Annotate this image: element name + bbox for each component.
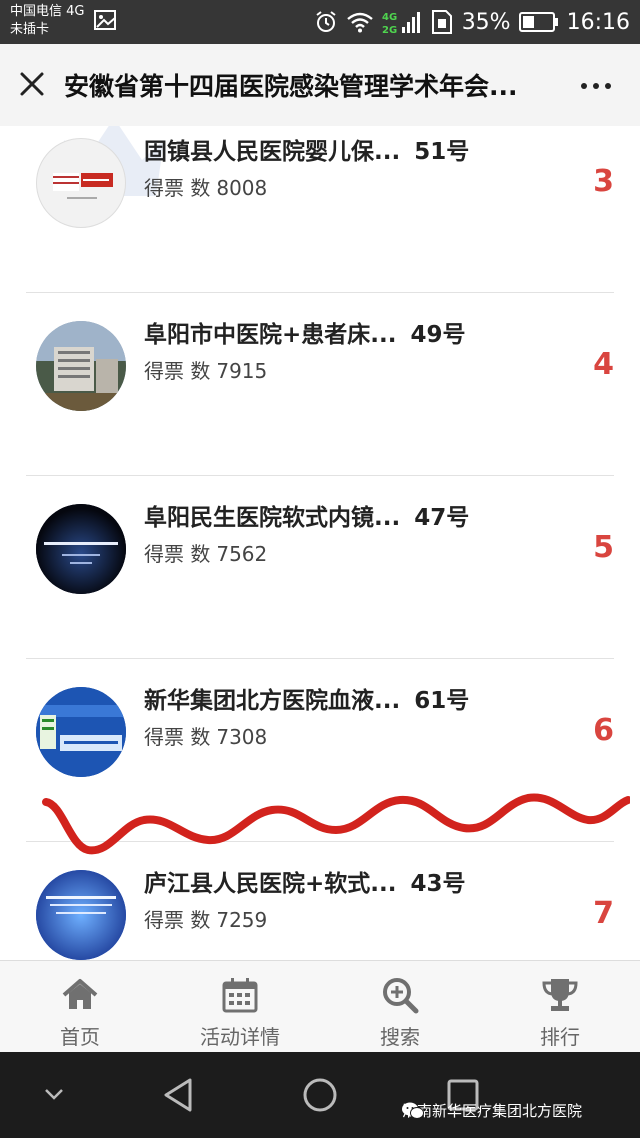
vote-count: 得票 数 7562 [144, 538, 267, 567]
tab-search[interactable]: 搜索 [320, 961, 480, 1052]
entry-name: 新华集团北方医院血液... 61号 [144, 681, 469, 715]
vote-count: 得票 数 7308 [144, 721, 267, 750]
votes-label: 得票 数 [144, 725, 211, 749]
votes-value: 8008 [216, 176, 268, 200]
network-4g-tag: 4G [382, 12, 397, 23]
entry-name: 阜阳市中医院+患者床... 49号 [144, 315, 466, 349]
tab-label: 搜索 [380, 1025, 420, 1049]
list-item[interactable]: 庐江县人民医院+软式... 43号 得票 数 7259 7 [26, 842, 614, 960]
status-bar: 中国电信 4G 未插卡 4G 2G 35% 16:16 [0, 0, 640, 44]
votes-label: 得票 数 [144, 176, 211, 200]
rank-number: 4 [593, 347, 614, 382]
entry-title: 庐江县人民医院+软式... [144, 871, 397, 897]
search-plus-icon [383, 978, 419, 1014]
home-circle-icon[interactable] [302, 1077, 338, 1113]
tab-label: 活动详情 [200, 1025, 280, 1049]
votes-label: 得票 数 [144, 359, 211, 383]
entry-thumbnail [36, 138, 126, 228]
entry-title: 固镇县人民医院婴儿保... [144, 139, 401, 165]
ranking-list: 固镇县人民医院婴儿保... 51号 得票 数 8008 3 阜阳市中医院+患者床..… [0, 126, 640, 960]
entry-name: 庐江县人民医院+软式... 43号 [144, 864, 466, 898]
trophy-icon [542, 979, 578, 1011]
page-title: 安徽省第十四届医院感染管理学术年会... [64, 72, 518, 101]
calendar-icon [222, 978, 258, 1013]
entry-thumbnail [36, 504, 126, 594]
carrier-name: 中国电信 4G [10, 4, 85, 19]
vote-count: 得票 数 8008 [144, 172, 267, 201]
votes-value: 7915 [216, 359, 268, 383]
entry-number: 51号 [414, 139, 470, 165]
entry-thumbnail [36, 321, 126, 411]
carrier-info: 中国电信 4G 未插卡 [10, 3, 84, 39]
wifi-icon [346, 12, 373, 33]
vote-count: 得票 数 7915 [144, 355, 267, 384]
bottom-tab-bar: 首页 活动详情 搜索 排行 [0, 960, 640, 1052]
entry-thumbnail [36, 870, 126, 960]
rank-number: 7 [593, 896, 614, 931]
entry-title: 阜阳民生医院软式内镜... [144, 505, 401, 531]
network-2g-tag: 2G [382, 25, 397, 35]
more-options-icon[interactable] [578, 74, 614, 98]
battery-percent: 35% [461, 9, 511, 35]
sim-card-icon [431, 10, 452, 34]
votes-value: 7259 [216, 908, 268, 932]
cellular-signal-icon: 4G 2G [382, 12, 420, 35]
watermark: 淮南新华医疗集团北方医院 [402, 1100, 582, 1121]
close-icon[interactable] [16, 68, 48, 100]
home-icon [62, 979, 98, 1009]
sim-status: 未插卡 [10, 22, 50, 37]
list-item[interactable]: 新华集团北方医院血液... 61号 得票 数 7308 6 [26, 659, 614, 842]
system-nav-bar: 淮南新华医疗集团北方医院 [0, 1052, 640, 1138]
title-bar: 安徽省第十四届医院感染管理学术年会... [0, 44, 640, 126]
vote-count: 得票 数 7259 [144, 904, 267, 933]
votes-label: 得票 数 [144, 542, 211, 566]
rank-number: 6 [593, 713, 614, 748]
tab-ranking[interactable]: 排行 [480, 961, 640, 1052]
list-item[interactable]: 固镇县人民医院婴儿保... 51号 得票 数 8008 3 [26, 126, 614, 293]
entry-title: 新华集团北方医院血液... [144, 688, 401, 714]
rank-number: 5 [593, 530, 614, 565]
entry-name: 固镇县人民医院婴儿保... 51号 [144, 132, 469, 166]
votes-value: 7308 [216, 725, 268, 749]
votes-label: 得票 数 [144, 908, 211, 932]
entry-number: 43号 [410, 871, 466, 897]
wechat-icon [402, 1102, 424, 1119]
image-notification-icon [94, 10, 116, 30]
clock: 16:16 [566, 9, 630, 35]
entry-thumbnail [36, 687, 126, 777]
list-item[interactable]: 阜阳民生医院软式内镜... 47号 得票 数 7562 5 [26, 476, 614, 659]
alarm-icon [316, 11, 336, 32]
rank-number: 3 [593, 164, 614, 199]
battery-icon [518, 12, 558, 32]
entry-number: 49号 [410, 322, 466, 348]
tab-label: 排行 [540, 1025, 580, 1049]
tab-home[interactable]: 首页 [0, 961, 160, 1052]
back-icon[interactable] [160, 1076, 196, 1114]
entry-number: 61号 [414, 688, 470, 714]
list-item[interactable]: 阜阳市中医院+患者床... 49号 得票 数 7915 4 [26, 293, 614, 476]
votes-value: 7562 [216, 542, 268, 566]
watermark-text: 淮南新华医疗集团北方医院 [402, 1102, 583, 1120]
entry-title: 阜阳市中医院+患者床... [144, 322, 397, 348]
chevron-down-icon[interactable] [42, 1086, 66, 1102]
tab-activity-details[interactable]: 活动详情 [160, 961, 320, 1052]
tab-label: 首页 [60, 1025, 100, 1049]
entry-number: 47号 [414, 505, 470, 531]
entry-name: 阜阳民生医院软式内镜... 47号 [144, 498, 469, 532]
